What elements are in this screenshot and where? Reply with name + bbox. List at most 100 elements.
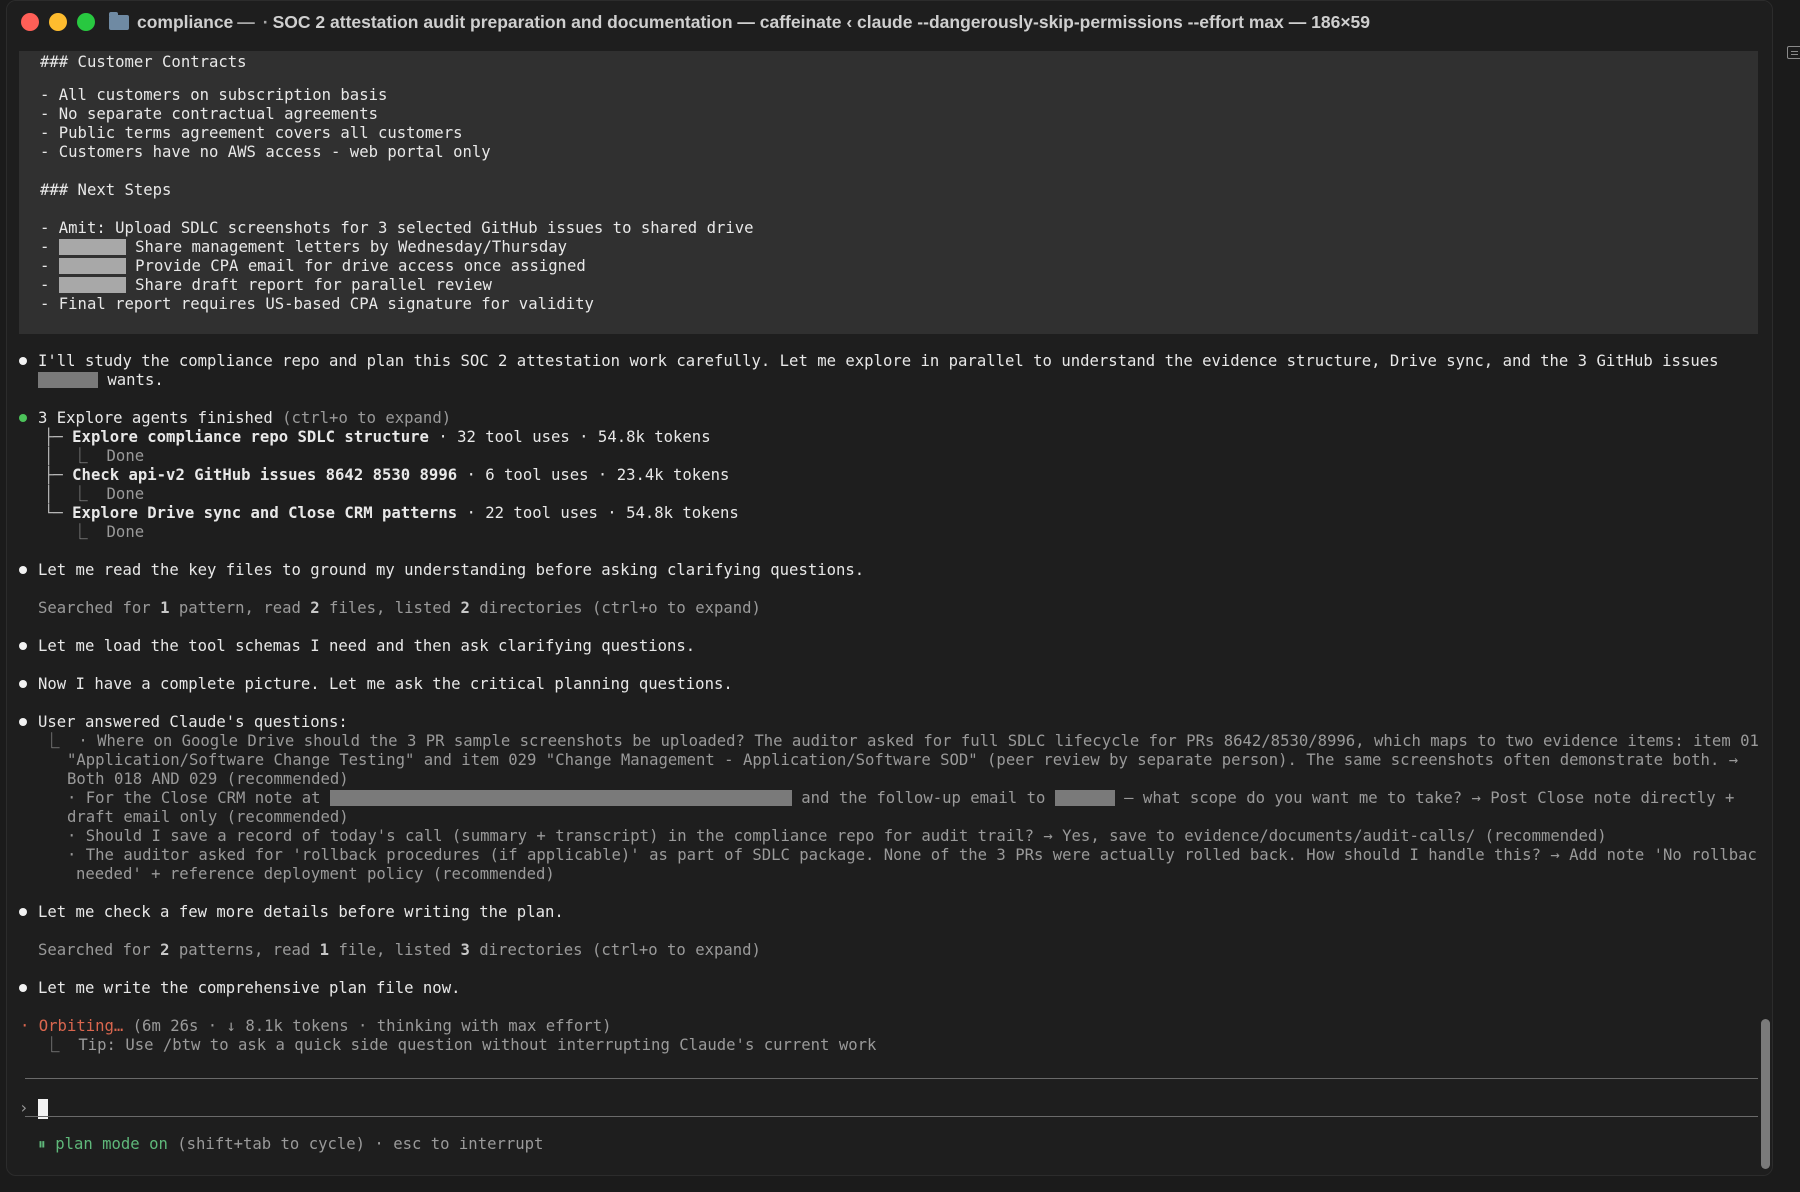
tree-branch: │ xyxy=(44,485,73,503)
status-line: · Orbiting… (6m 26s · ↓ 8.1k tokens · th… xyxy=(20,1017,611,1036)
answer-line: ⎿ · Where on Google Drive should the 3 P… xyxy=(44,732,1768,751)
dash: - xyxy=(40,276,50,294)
search-text: pattern, read xyxy=(169,599,311,617)
agent-stats: · 32 tool uses · 54.8k tokens xyxy=(438,428,711,446)
message-text: Let me load the tool schemas I need and … xyxy=(38,637,696,655)
message-text: Now I have a complete picture. Let me as… xyxy=(38,675,733,693)
window-title: SOC 2 attestation audit preparation and … xyxy=(272,11,1371,32)
search-count: 1 xyxy=(319,941,330,959)
mode-label: plan mode on xyxy=(55,1135,168,1153)
message-bullet-icon xyxy=(19,679,27,688)
agent-status: Done xyxy=(106,485,145,503)
prompt-top-divider xyxy=(25,1078,1772,1079)
message-text: Let me check a few more details before w… xyxy=(38,903,564,921)
minimize-button[interactable] xyxy=(49,13,67,31)
tree-branch xyxy=(44,523,72,541)
agents-summary[interactable]: 3 Explore agents finished (ctrl+o to exp… xyxy=(19,409,451,428)
search-text: Searched for xyxy=(38,599,161,617)
tree-corner: ⎿ xyxy=(72,523,107,541)
assistant-message: User answered Claude's questions: xyxy=(19,713,348,732)
redacted-url xyxy=(329,789,792,806)
agent-row: └─ Explore Drive sync and Close CRM patt… xyxy=(44,504,739,523)
meeting-notes-block: ### Customer Contracts - All customers o… xyxy=(19,51,1771,334)
search-text: directories (ctrl+o to expand) xyxy=(469,941,761,959)
search-count: 2 xyxy=(310,599,320,617)
title-dash: — xyxy=(237,11,255,32)
scrollbar[interactable] xyxy=(1758,43,1772,1175)
answer-text: and the follow-up email to xyxy=(801,789,1046,807)
answer-line: needed' + reference deployment policy (r… xyxy=(76,865,555,883)
agents-bullet-icon xyxy=(19,413,27,422)
message-text: Let me read the key files to ground my u… xyxy=(38,561,865,579)
block-line: - Amit: Upload SDLC screenshots for 3 se… xyxy=(40,219,754,237)
tree-corner: ⎿ xyxy=(44,1036,79,1054)
assistant-message: I'll study the compliance repo and plan … xyxy=(19,352,1719,371)
search-summary[interactable]: Searched for 2 patterns, read 1 file, li… xyxy=(38,941,761,960)
next-step-text: Share draft report for parallel review xyxy=(135,276,492,294)
tree-branch: └─ xyxy=(44,504,73,522)
answer-line: · For the Close CRM note at and the foll… xyxy=(67,789,1734,808)
assistant-message: Let me load the tool schemas I need and … xyxy=(19,637,695,656)
agent-row: ├─ Explore compliance repo SDLC structur… xyxy=(44,428,711,447)
status-word: Orbiting… xyxy=(38,1017,124,1035)
next-step-text: Share management letters by Wednesday/Th… xyxy=(135,238,568,256)
message-bullet-icon xyxy=(19,907,27,916)
title-folder: compliance xyxy=(137,11,234,32)
search-count: 2 xyxy=(460,599,470,617)
terminal-content[interactable]: ### Customer Contracts - All customers o… xyxy=(7,43,1772,1175)
redacted-name xyxy=(38,371,98,388)
block-line: - Share draft report for parallel review xyxy=(40,276,492,295)
search-summary[interactable]: Searched for 1 pattern, read 2 files, li… xyxy=(38,599,761,618)
answer-text: · Where on Google Drive should the 3 PR … xyxy=(78,732,1769,750)
assistant-message: Now I have a complete picture. Let me as… xyxy=(19,675,733,694)
block-heading-next-steps: ### Next Steps xyxy=(40,181,172,199)
agent-stats: · 22 tool uses · 54.8k tokens xyxy=(466,504,739,522)
agent-name: Explore compliance repo SDLC structure xyxy=(72,428,429,446)
block-line: - Customers have no AWS access - web por… xyxy=(40,143,491,161)
dash: - xyxy=(40,257,50,275)
prompt-bottom-divider xyxy=(25,1116,1772,1117)
terminal-window: compliance — · SOC 2 attestation audit p… xyxy=(6,0,1773,1176)
agent-status-row: │ ⎿ Done xyxy=(44,447,144,466)
zoom-button[interactable] xyxy=(77,13,95,31)
close-button[interactable] xyxy=(21,13,39,31)
scrollbar-thumb[interactable] xyxy=(1761,1019,1770,1169)
search-text: file, listed xyxy=(329,941,461,959)
answer-line: Both 018 AND 029 (recommended) xyxy=(67,770,349,788)
expand-hint: (ctrl+o to expand) xyxy=(282,409,452,427)
agent-name: Explore Drive sync and Close CRM pattern… xyxy=(72,504,458,522)
title-dot: · xyxy=(262,11,269,32)
assistant-message-cont: wants. xyxy=(38,371,164,390)
block-line: - All customers on subscription basis xyxy=(40,86,388,104)
redacted-email xyxy=(1054,789,1115,806)
block-line: - Final report requires US-based CPA sig… xyxy=(40,295,594,313)
redacted-name xyxy=(58,276,126,293)
block-line: - Provide CPA email for drive access onc… xyxy=(40,257,586,276)
search-text: Searched for xyxy=(38,941,161,959)
status-detail: (6m 26s · ↓ 8.1k tokens · thinking with … xyxy=(132,1017,612,1035)
message-bullet-icon xyxy=(19,356,27,365)
agents-header: 3 Explore agents finished xyxy=(38,409,273,427)
tree-branch: ├─ xyxy=(44,428,73,446)
next-step-text: Provide CPA email for drive access once … xyxy=(135,257,586,275)
search-text: directories (ctrl+o to expand) xyxy=(469,599,761,617)
agent-status: Done xyxy=(106,523,145,541)
tip-line: ⎿ Tip: Use /btw to ask a quick side ques… xyxy=(44,1036,876,1055)
tree-corner: ⎿ xyxy=(72,447,107,465)
agent-name: Check api-v2 GitHub issues 8642 8530 899… xyxy=(72,466,458,484)
search-text: patterns, read xyxy=(169,941,320,959)
assistant-message: Let me read the key files to ground my u… xyxy=(19,561,864,580)
redacted-name xyxy=(58,257,126,274)
tree-corner: ⎿ xyxy=(44,732,79,750)
message-text: User answered Claude's questions: xyxy=(38,713,348,731)
mode-hint: (shift+tab to cycle) · esc to interrupt xyxy=(177,1135,544,1153)
sidebar-toggle-icon[interactable] xyxy=(1787,46,1800,59)
spinner-icon: · xyxy=(20,1017,30,1035)
answer-line: draft email only (recommended) xyxy=(67,808,349,826)
message-bullet-icon xyxy=(19,641,27,650)
agent-status-row: │ ⎿ Done xyxy=(44,485,144,504)
message-text: Let me write the comprehensive plan file… xyxy=(38,979,461,997)
agent-row: ├─ Check api-v2 GitHub issues 8642 8530 … xyxy=(44,466,729,485)
search-text: files, listed xyxy=(319,599,461,617)
assistant-message: Let me check a few more details before w… xyxy=(19,903,564,922)
